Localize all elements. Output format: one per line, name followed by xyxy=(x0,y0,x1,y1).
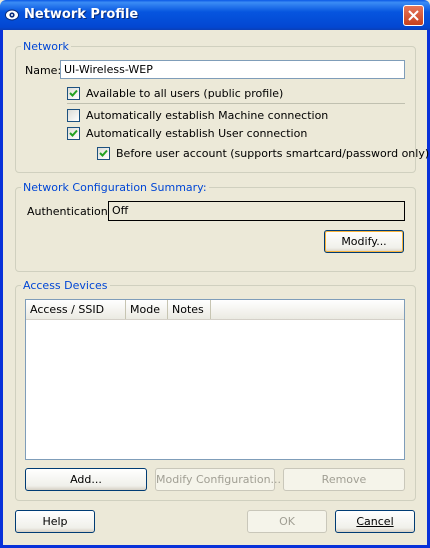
add-button-label: Add... xyxy=(70,473,102,486)
check-icon xyxy=(99,149,108,157)
authentication-label: Authentication: xyxy=(27,205,112,218)
modify-button[interactable]: Modify... xyxy=(324,230,404,253)
close-icon xyxy=(408,10,419,21)
cancel-button-label: Cancel xyxy=(356,515,394,528)
network-profile-icon xyxy=(5,8,19,22)
user-connection-checkbox[interactable] xyxy=(67,127,80,140)
public-profile-label: Available to all users (public profile) xyxy=(86,87,284,100)
name-label: Name: xyxy=(25,64,62,77)
network-group-label: Network xyxy=(21,40,71,53)
access-devices-list[interactable]: Access / SSID Mode Notes xyxy=(25,299,405,460)
column-header-mode[interactable]: Mode xyxy=(126,300,168,319)
public-profile-checkbox[interactable] xyxy=(67,87,80,100)
check-icon xyxy=(69,89,78,97)
machine-connection-label: Automatically establish Machine connecti… xyxy=(86,109,329,122)
name-input[interactable]: UI-Wireless-WEP xyxy=(60,60,405,79)
check-icon xyxy=(69,129,78,137)
modify-button-label: Modify... xyxy=(341,235,387,248)
remove-button-label: Remove xyxy=(321,473,367,486)
column-header-notes[interactable]: Notes xyxy=(168,300,211,319)
network-separator xyxy=(67,103,405,104)
cancel-button[interactable]: Cancel xyxy=(335,510,415,533)
modify-configuration-button-label: Modify Configuration... xyxy=(156,473,282,486)
title-bar[interactable]: Network Profile xyxy=(0,0,430,30)
help-button-label: Help xyxy=(42,515,68,528)
machine-connection-checkbox[interactable] xyxy=(67,109,80,122)
before-user-account-checkbox[interactable] xyxy=(97,147,110,160)
column-header-access-ssid[interactable]: Access / SSID xyxy=(26,300,126,319)
user-connection-label: Automatically establish User connection xyxy=(86,127,308,140)
ok-button-label: OK xyxy=(279,515,295,528)
list-header: Access / SSID Mode Notes xyxy=(26,300,404,320)
authentication-value: Off xyxy=(108,201,405,221)
access-devices-group-label: Access Devices xyxy=(21,279,110,292)
ok-button[interactable]: OK xyxy=(247,510,327,533)
modify-configuration-button[interactable]: Modify Configuration... xyxy=(155,468,281,491)
remove-button[interactable]: Remove xyxy=(283,468,405,491)
add-button[interactable]: Add... xyxy=(25,468,147,491)
window-title: Network Profile xyxy=(24,7,139,22)
before-user-account-label: Before user account (supports smartcard/… xyxy=(116,147,430,160)
close-button[interactable] xyxy=(403,5,424,26)
help-button[interactable]: Help xyxy=(15,510,95,533)
config-summary-group-label: Network Configuration Summary: xyxy=(21,181,209,194)
